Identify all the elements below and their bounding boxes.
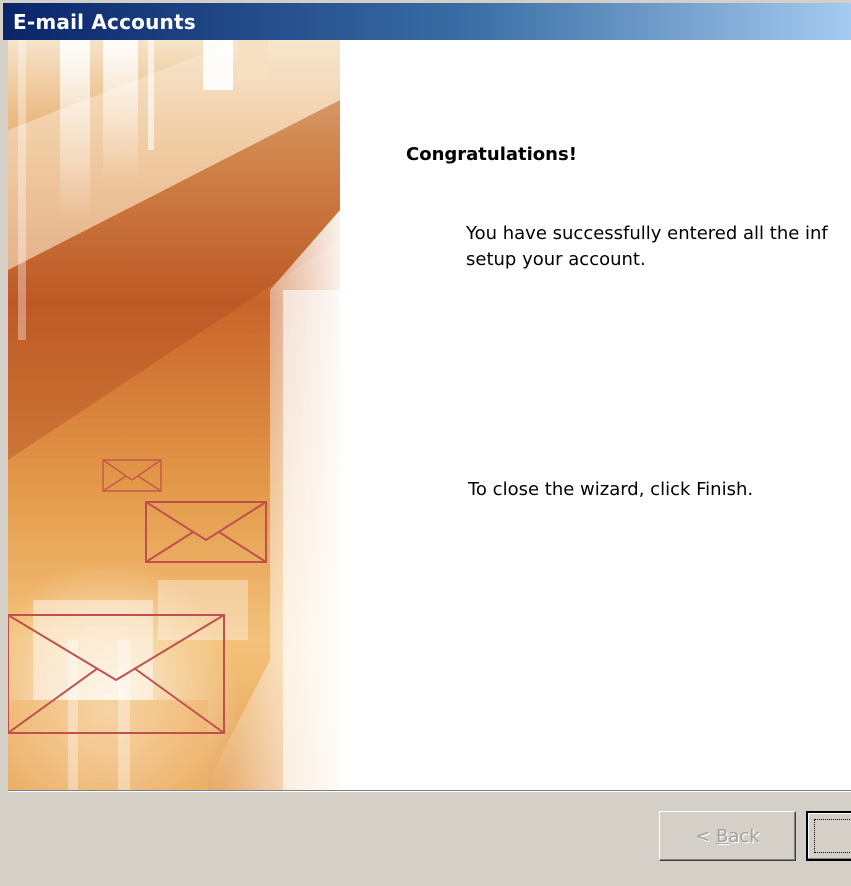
success-message-line2: setup your account. — [466, 249, 646, 270]
window-title: E-mail Accounts — [13, 10, 196, 34]
success-message-line1: You have successfully entered all the in… — [466, 223, 828, 244]
back-button[interactable]: < Back — [659, 811, 796, 861]
email-accounts-window: E-mail Accounts Congratulations! You hav… — [0, 0, 851, 886]
back-button-label: < Back — [695, 825, 760, 847]
finish-button[interactable] — [806, 811, 851, 861]
wizard-heading: Congratulations! — [406, 144, 577, 165]
close-instruction: To close the wizard, click Finish. — [468, 479, 754, 500]
success-message: You have successfully entered all the in… — [466, 221, 851, 273]
wizard-content: Congratulations! You have successfully e… — [8, 40, 851, 790]
title-bar[interactable]: E-mail Accounts — [0, 0, 851, 40]
wizard-banner-image — [8, 40, 340, 790]
focus-indicator — [814, 819, 851, 853]
button-separator — [8, 790, 851, 792]
